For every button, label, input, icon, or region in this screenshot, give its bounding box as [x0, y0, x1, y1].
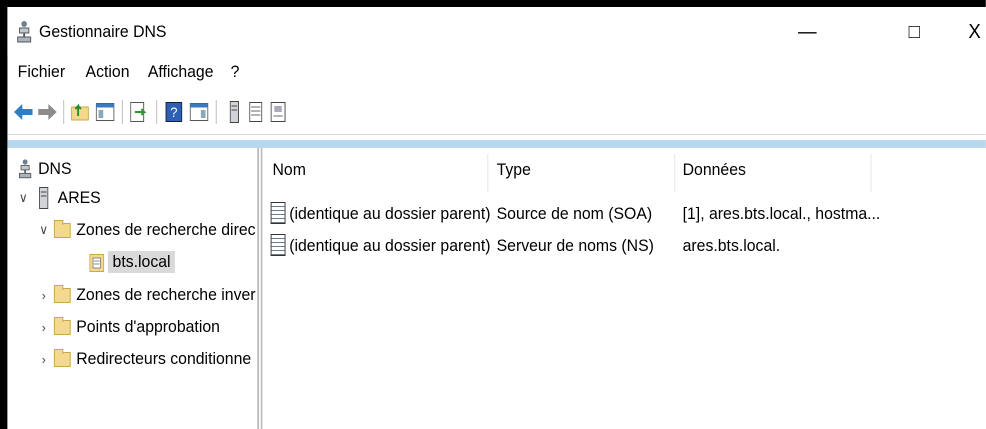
maximize-icon: □ [908, 20, 920, 43]
show-console-tree-icon[interactable] [95, 101, 115, 123]
record-name: (identique au dossier parent) [289, 204, 491, 223]
minimize-icon: — [797, 20, 817, 43]
record-type: Source de nom (SOA) [496, 204, 653, 223]
toolbar-separator [63, 100, 65, 124]
export-list-icon[interactable] [129, 101, 148, 123]
pane-header-strip [7, 140, 986, 148]
record-data: ares.bts.local. [682, 236, 781, 255]
toolbar-separator [156, 100, 158, 124]
svg-text:?: ? [170, 105, 177, 121]
menu-action[interactable]: Action [86, 62, 130, 82]
tree-item-trust-points[interactable]: › Points d'approbation [37, 314, 220, 340]
menu-affichage[interactable]: Affichage [148, 62, 214, 82]
tree-label-ares: ARES [57, 188, 101, 207]
column-header-type[interactable]: Type [497, 160, 531, 186]
column-header-nom[interactable]: Nom [272, 160, 305, 186]
toolbar-divider [7, 134, 986, 135]
tree-item-forward-zones[interactable]: ∨ Zones de recherche direc [37, 217, 256, 243]
records-list[interactable]: Nom Type Données (identique au dossier p… [263, 148, 986, 429]
list-icon[interactable] [246, 101, 265, 123]
chevron-down-icon[interactable]: ∨ [37, 222, 50, 238]
record-name: (identique au dossier parent) [289, 236, 491, 255]
tree-item-bts-local[interactable]: bts.local [89, 249, 176, 275]
window-left-border [0, 0, 8, 429]
record-type: Serveur de noms (NS) [496, 236, 654, 255]
title-bar[interactable]: Gestionnaire DNS — □ X [7, 7, 986, 55]
folder-icon [53, 316, 71, 335]
menu-bar: Fichier Action Affichage ? [7, 57, 985, 87]
chevron-down-icon[interactable]: ∨ [17, 190, 30, 206]
folder-icon [53, 284, 71, 303]
tree-item-conditional-forwarders[interactable]: › Redirecteurs conditionne [37, 346, 251, 372]
forward-arrow-icon[interactable] [38, 101, 57, 123]
tree-label-trust-points: Points d'approbation [76, 317, 220, 336]
window-top-border [0, 0, 986, 7]
tree-label-forward-zones: Zones de recherche direc [76, 220, 256, 239]
up-folder-icon[interactable] [71, 101, 90, 123]
maximize-button[interactable]: □ [896, 17, 933, 47]
dns-server-icon [17, 21, 32, 43]
column-divider[interactable] [674, 154, 676, 192]
toolbar: ? [7, 92, 985, 132]
pane-splitter[interactable] [259, 148, 263, 429]
tree-item-reverse-zones[interactable]: › Zones de recherche inver [37, 282, 256, 308]
server-icon [39, 187, 49, 209]
window-title: Gestionnaire DNS [39, 22, 167, 41]
chevron-right-icon[interactable]: › [37, 320, 50, 335]
toolbar-separator [215, 100, 217, 124]
column-header-donnees[interactable]: Données [683, 160, 746, 186]
show-action-pane-icon[interactable] [189, 101, 209, 123]
tree-item-ares[interactable]: ∨ ARES [17, 185, 101, 211]
console-tree[interactable]: DNS ∨ ARES ∨ Zones de recherche direc bt… [7, 148, 259, 429]
toolbar-separator [121, 100, 123, 124]
server-icon[interactable] [225, 101, 244, 123]
tree-label-reverse-zones: Zones de recherche inver [76, 285, 256, 304]
column-divider[interactable] [487, 154, 489, 192]
chevron-right-icon[interactable]: › [37, 352, 50, 367]
close-icon: X [968, 20, 981, 43]
tree-label-bts-local: bts.local [107, 251, 176, 273]
tree-item-dns[interactable]: DNS [19, 156, 72, 182]
menu-help[interactable]: ? [231, 62, 240, 82]
resource-record-icon [270, 202, 286, 224]
resource-record-icon [270, 234, 286, 256]
tree-label-dns: DNS [38, 159, 72, 178]
folder-icon [53, 219, 71, 238]
back-arrow-icon[interactable] [13, 101, 33, 123]
record-data: [1], ares.bts.local., hostma... [682, 204, 881, 223]
chevron-right-icon[interactable]: › [37, 288, 50, 303]
properties-icon[interactable] [269, 101, 288, 123]
tree-label-conditional-forwarders: Redirecteurs conditionne [76, 349, 252, 368]
dns-server-icon [19, 159, 32, 179]
help-icon[interactable]: ? [165, 101, 184, 123]
minimize-button[interactable]: — [789, 17, 826, 47]
menu-fichier[interactable]: Fichier [18, 62, 65, 82]
folder-icon [53, 348, 71, 367]
close-button[interactable]: X [956, 17, 986, 47]
zone-file-icon [89, 254, 105, 272]
column-divider[interactable] [870, 154, 872, 192]
